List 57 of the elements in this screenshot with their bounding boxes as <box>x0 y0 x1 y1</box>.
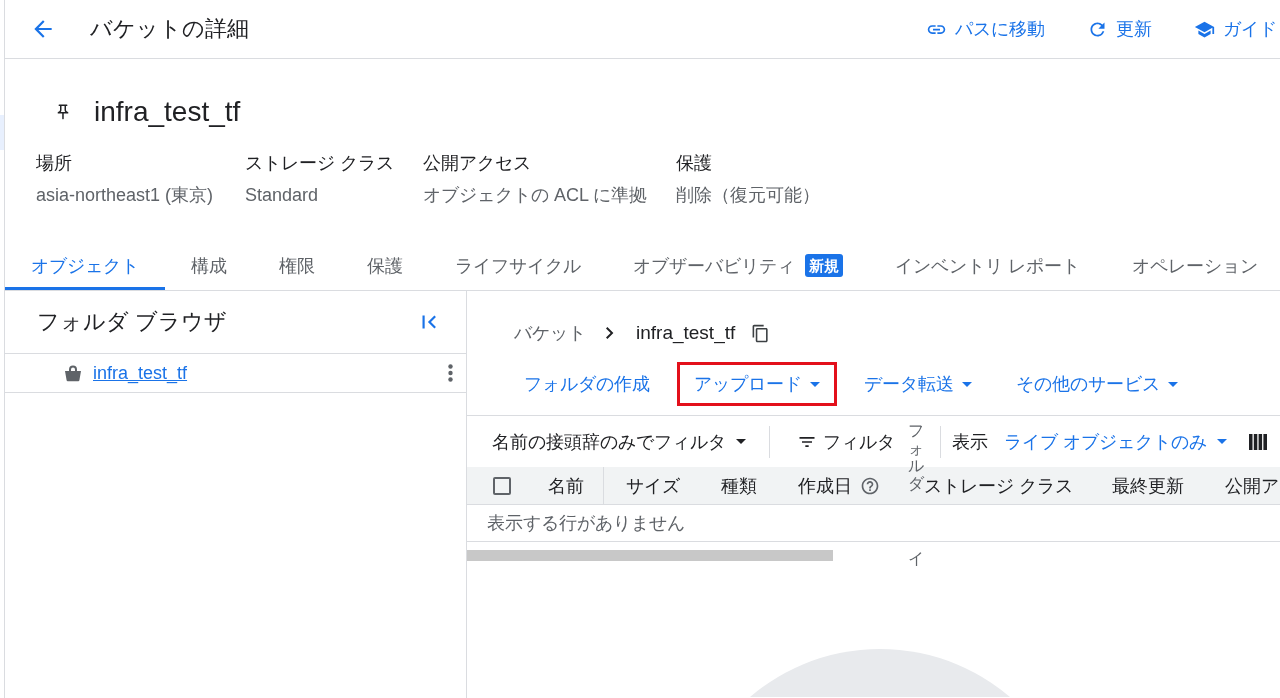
bucket-link[interactable]: infra_test_tf <box>93 362 188 384</box>
action-button[interactable]: データ転送 <box>847 362 989 406</box>
property-label: 保護 <box>676 152 713 175</box>
empty-table-message: 表示する行がありません <box>487 512 685 535</box>
view-label: 表示 <box>952 430 988 454</box>
tab[interactable]: オブジェクト <box>5 241 165 290</box>
tab[interactable]: インベントリ レポート <box>869 241 1106 290</box>
kebab-menu-icon[interactable] <box>448 364 453 382</box>
column-header[interactable]: 最終更新 <box>1112 473 1184 498</box>
refresh-button[interactable]: 更新 <box>1087 17 1152 41</box>
property-label: ストレージ クラス <box>245 152 395 175</box>
caret-icon <box>736 439 746 444</box>
bucket-icon <box>64 364 82 382</box>
filter-button[interactable]: フィルタ <box>797 429 895 454</box>
action-button[interactable]: アップロード <box>677 362 837 406</box>
column-header[interactable]: 名前 <box>548 473 584 498</box>
column-header[interactable]: 作成日 <box>798 473 880 498</box>
tab[interactable]: 保護 <box>341 241 429 290</box>
caret-icon <box>962 381 972 387</box>
property-value: asia-northeast1 (東京) <box>36 184 215 207</box>
go-to-path-button[interactable]: パスに移動 <box>926 17 1045 41</box>
breadcrumb-current: infra_test_tf <box>636 322 736 344</box>
caret-icon <box>810 381 820 387</box>
bucket-name: infra_test_tf <box>94 96 241 128</box>
panel-title: フォルダ ブラウザ <box>37 308 228 336</box>
property-value: Standard <box>245 184 320 207</box>
new-badge: 新規 <box>805 254 843 277</box>
page-title: バケットの詳細 <box>90 15 249 43</box>
action-button[interactable]: フォルダの作成 <box>507 362 667 406</box>
tab[interactable]: 権限 <box>253 241 341 290</box>
column-header[interactable]: サイズ <box>626 473 680 498</box>
select-all-checkbox[interactable] <box>493 476 511 495</box>
column-header[interactable]: 公開ア <box>1225 473 1279 498</box>
tab[interactable]: オペレーション <box>1106 241 1280 290</box>
caret-icon <box>1217 439 1227 444</box>
action-button[interactable]: その他のサービス <box>999 362 1195 406</box>
guide-button[interactable]: ガイド <box>1194 17 1277 41</box>
tab[interactable]: 構成 <box>165 241 253 290</box>
property-value: オブジェクトの ACL に準拠 <box>423 184 649 207</box>
caret-icon <box>1168 381 1178 387</box>
prefix-filter-dropdown[interactable]: 名前の接頭辞のみでフィルタ <box>492 429 746 454</box>
tab[interactable]: ライフサイクル <box>429 241 607 290</box>
columns-icon[interactable] <box>1249 433 1267 450</box>
help-icon[interactable] <box>860 475 880 496</box>
property-label: 場所 <box>36 152 73 175</box>
copy-icon[interactable] <box>751 323 771 343</box>
property-label: 公開アクセス <box>423 152 532 175</box>
breadcrumb-link[interactable]: バケット <box>514 321 586 345</box>
tab[interactable]: オブザーバビリティ 新規 <box>607 241 869 290</box>
column-header[interactable]: ストレージ クラス <box>924 473 1073 498</box>
column-header[interactable]: 種類 <box>721 473 757 498</box>
vertical-label: フォルダ <box>908 422 924 493</box>
view-dropdown[interactable]: ライブ オブジェクトのみ <box>1004 429 1227 454</box>
property-value: 削除（復元可能） <box>676 184 821 207</box>
chevron-right-icon <box>606 327 614 339</box>
vertical-label: イ <box>908 550 924 568</box>
horizontal-scrollbar[interactable] <box>467 550 833 561</box>
